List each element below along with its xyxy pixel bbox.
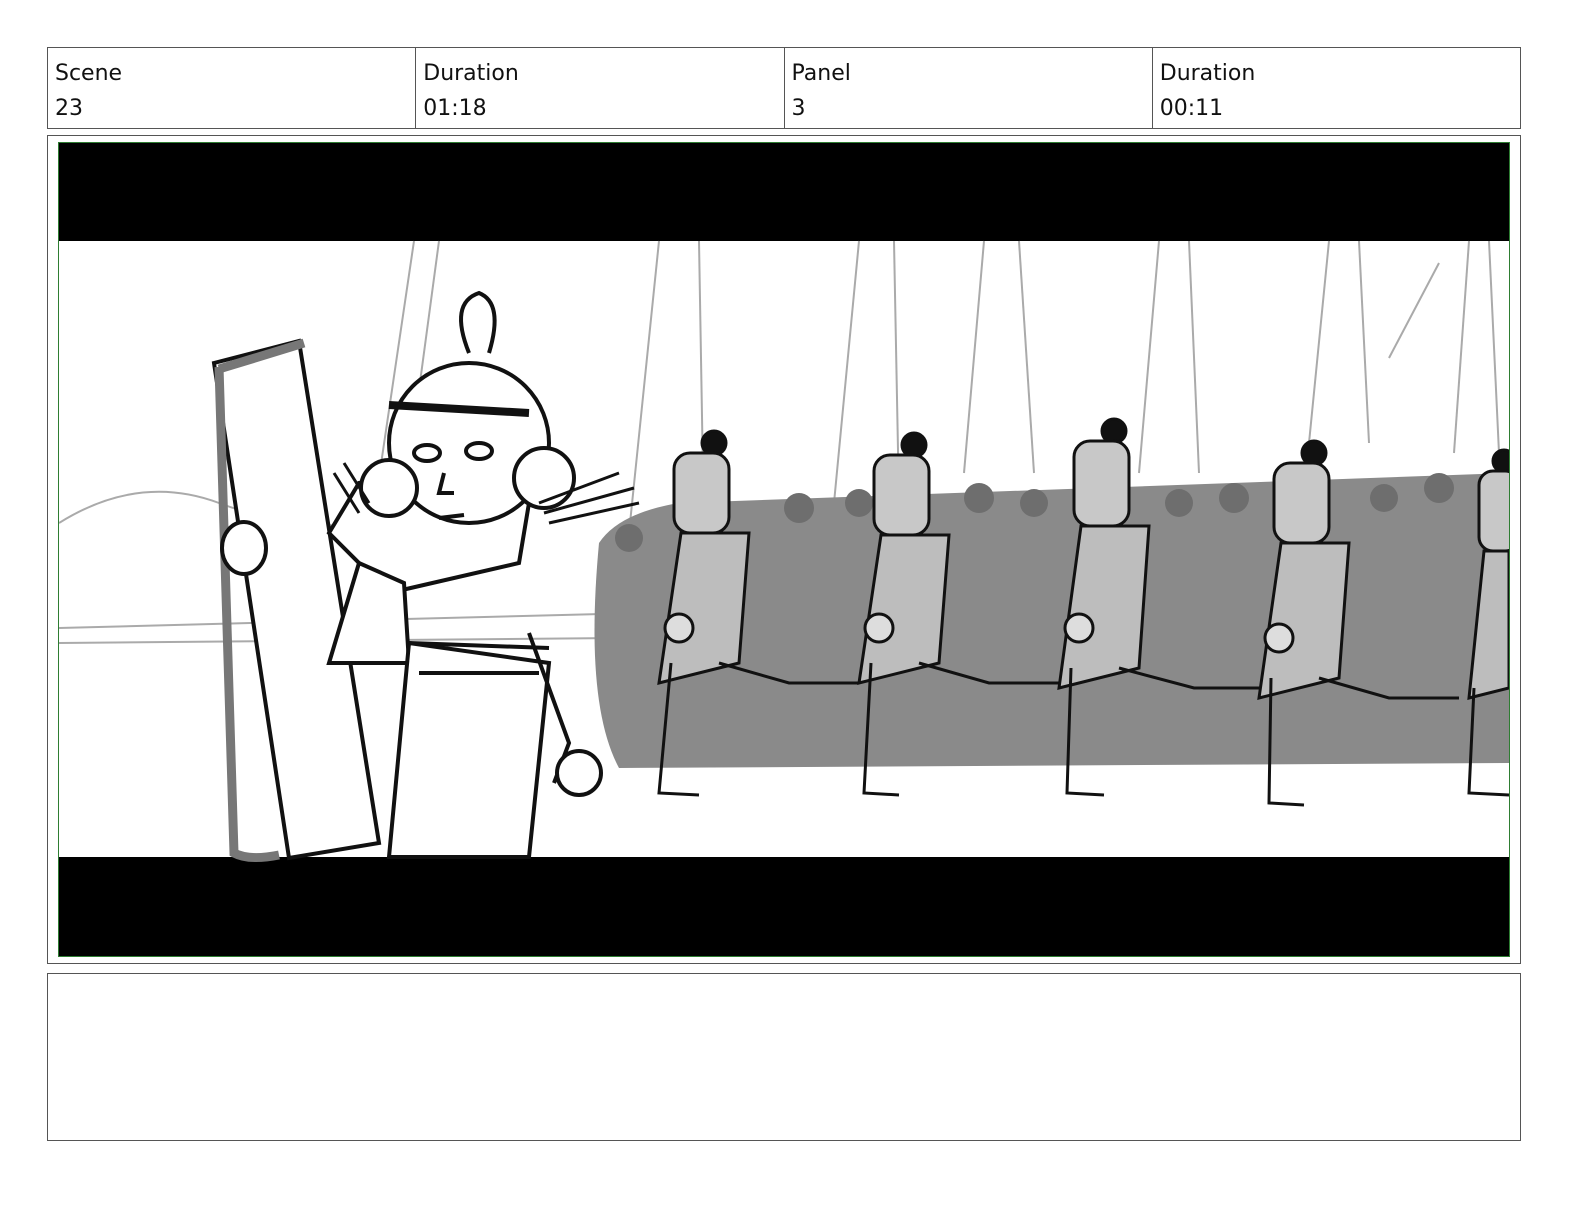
- panel-value: 3: [791, 96, 806, 121]
- scene-duration-cell: Duration 01:18: [416, 48, 785, 128]
- scene-duration-label: Duration: [423, 61, 519, 86]
- panel-duration-cell: Duration 00:11: [1153, 48, 1520, 128]
- panel-duration-value: 00:11: [1159, 96, 1224, 121]
- scene-cell: Scene 23: [48, 48, 417, 128]
- storyboard-panel-image: [58, 142, 1510, 957]
- panel-sketch: [59, 143, 1509, 956]
- panel-label: Panel: [791, 61, 851, 86]
- scene-value: 23: [55, 96, 83, 121]
- scene-duration-value: 01:18: [423, 96, 487, 121]
- panel-cell: Panel 3: [785, 48, 1153, 128]
- panel-notes-box: [47, 973, 1521, 1141]
- scene-label: Scene: [55, 61, 123, 86]
- storyboard-header: Scene 23 Duration 01:18 Panel 3 Duration…: [47, 47, 1521, 129]
- panel-duration-label: Duration: [1159, 61, 1256, 86]
